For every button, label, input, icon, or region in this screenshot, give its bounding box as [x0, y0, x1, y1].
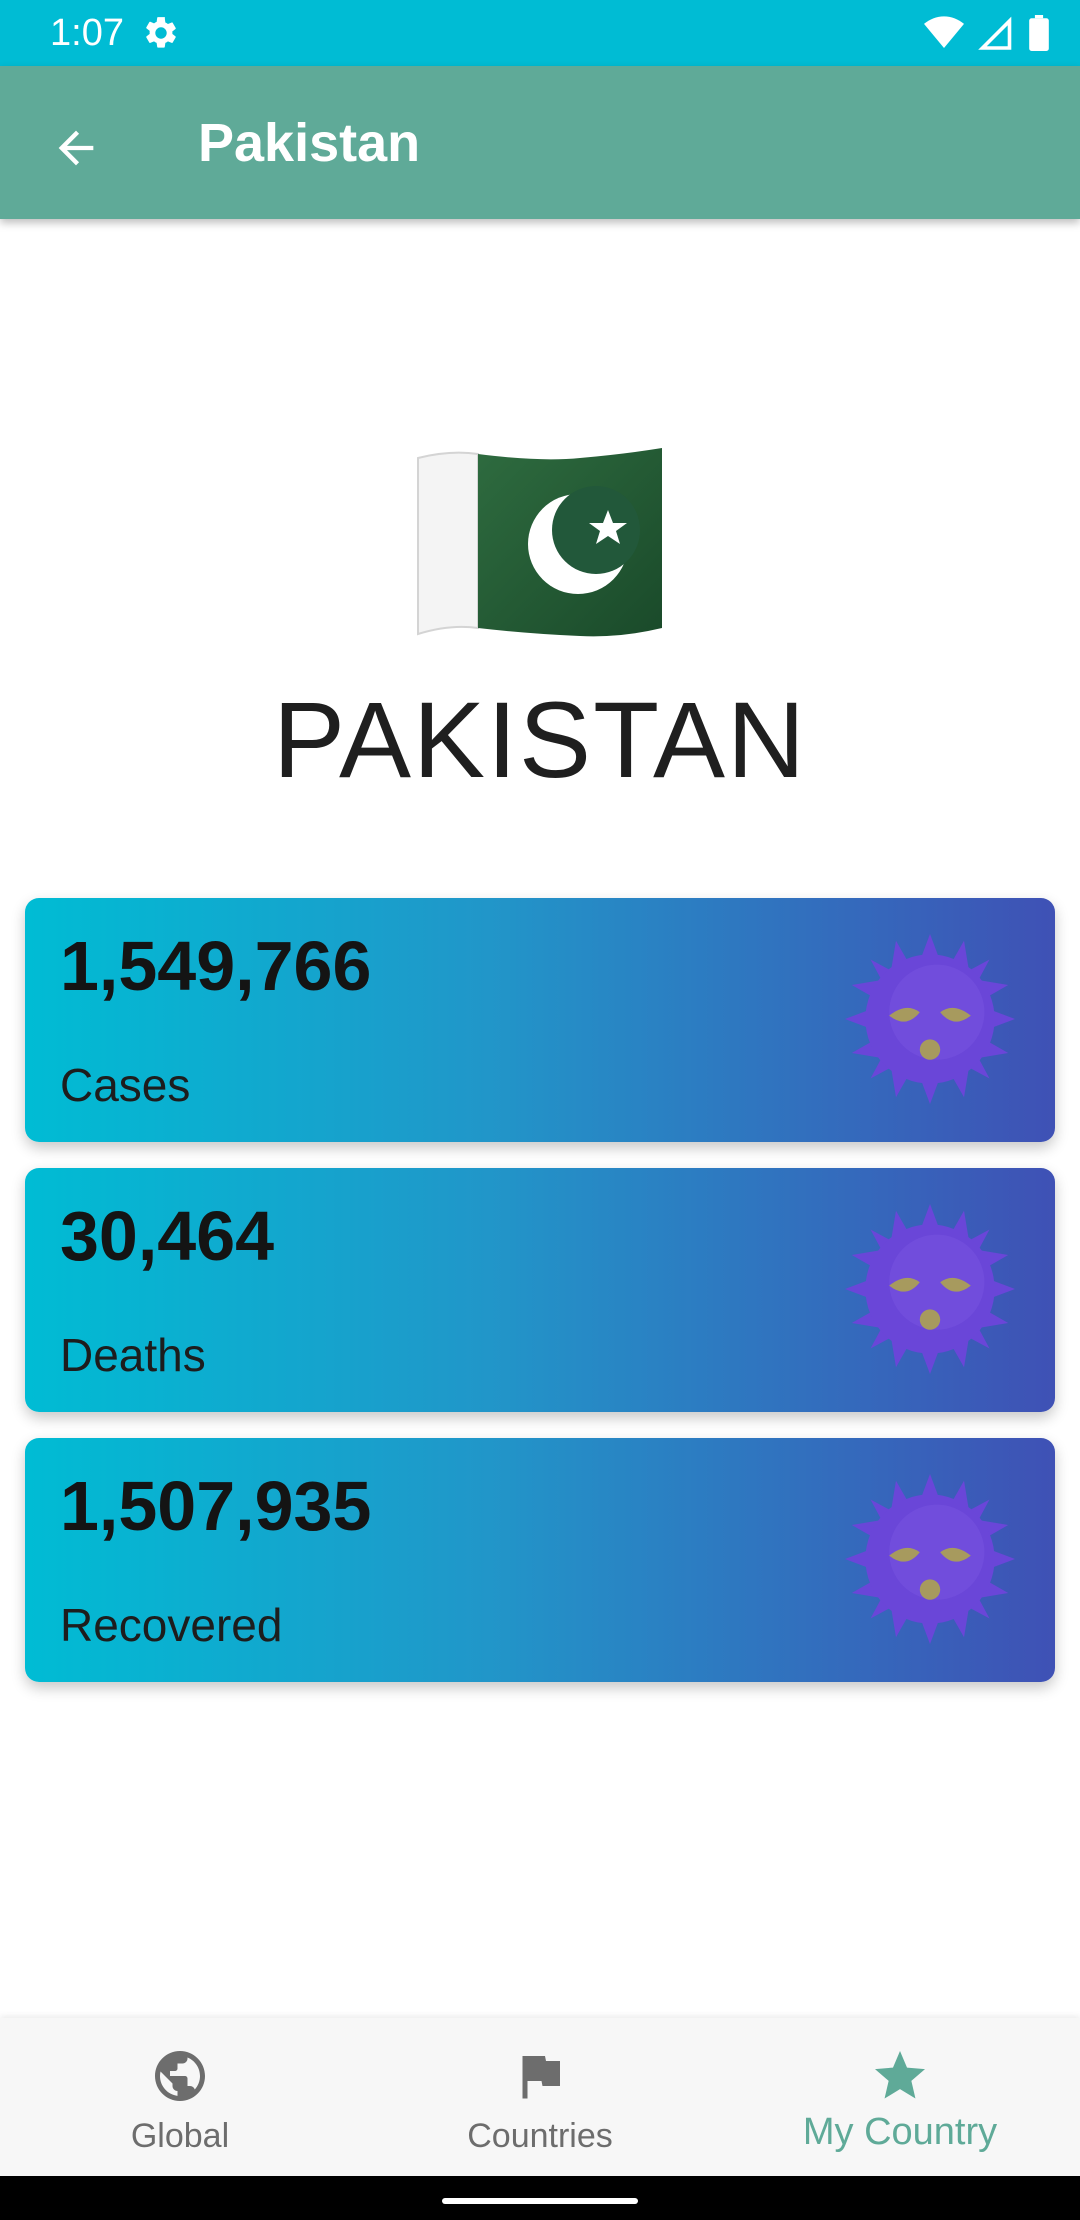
recovered-label: Recovered [60, 1599, 283, 1651]
deaths-label: Deaths [60, 1329, 206, 1381]
cell-signal-icon [978, 16, 1012, 50]
battery-icon [1029, 15, 1049, 51]
nav-label-my-country: My Country [802, 2111, 998, 2153]
flag-icon [522, 2056, 560, 2099]
nav-item-my-country[interactable]: My Country [720, 2018, 1080, 2176]
pakistan-flag-icon [417, 448, 662, 637]
deaths-value: 30,464 [60, 1197, 275, 1275]
status-bar: 1:07 [0, 0, 1080, 66]
back-button[interactable] [40, 112, 112, 184]
page-title: Pakistan [198, 113, 421, 173]
deaths-card: 30,464 Deaths [25, 1168, 1055, 1412]
cases-label: Cases [60, 1059, 191, 1111]
virus-icon [845, 1204, 1015, 1374]
arrow-back-icon [58, 130, 94, 166]
recovered-value: 1,507,935 [60, 1467, 372, 1545]
nav-item-countries[interactable]: Countries [360, 2018, 720, 2176]
wifi-icon [924, 16, 964, 48]
virus-icon [845, 1474, 1015, 1644]
app-bar: Pakistan [0, 66, 1080, 219]
virus-icon [845, 934, 1015, 1104]
nav-label-countries: Countries [467, 2117, 613, 2155]
status-icons [924, 14, 1050, 52]
country-name: PAKISTAN [272, 679, 808, 800]
nav-label-global: Global [130, 2117, 230, 2155]
nav-item-global[interactable]: Global [0, 2018, 360, 2176]
system-navigation-bar [0, 2176, 1080, 2220]
cases-value: 1,549,766 [60, 927, 372, 1005]
bottom-navigation: Global Countries My Country [0, 2018, 1080, 2176]
star-icon [875, 2051, 925, 2099]
status-time: 1:07 [50, 12, 124, 54]
home-gesture-handle[interactable] [442, 2198, 638, 2204]
cases-card: 1,549,766 Cases [25, 898, 1055, 1142]
settings-gear-icon [146, 17, 176, 48]
recovered-card: 1,507,935 Recovered [25, 1438, 1055, 1682]
globe-icon [155, 2051, 205, 2101]
